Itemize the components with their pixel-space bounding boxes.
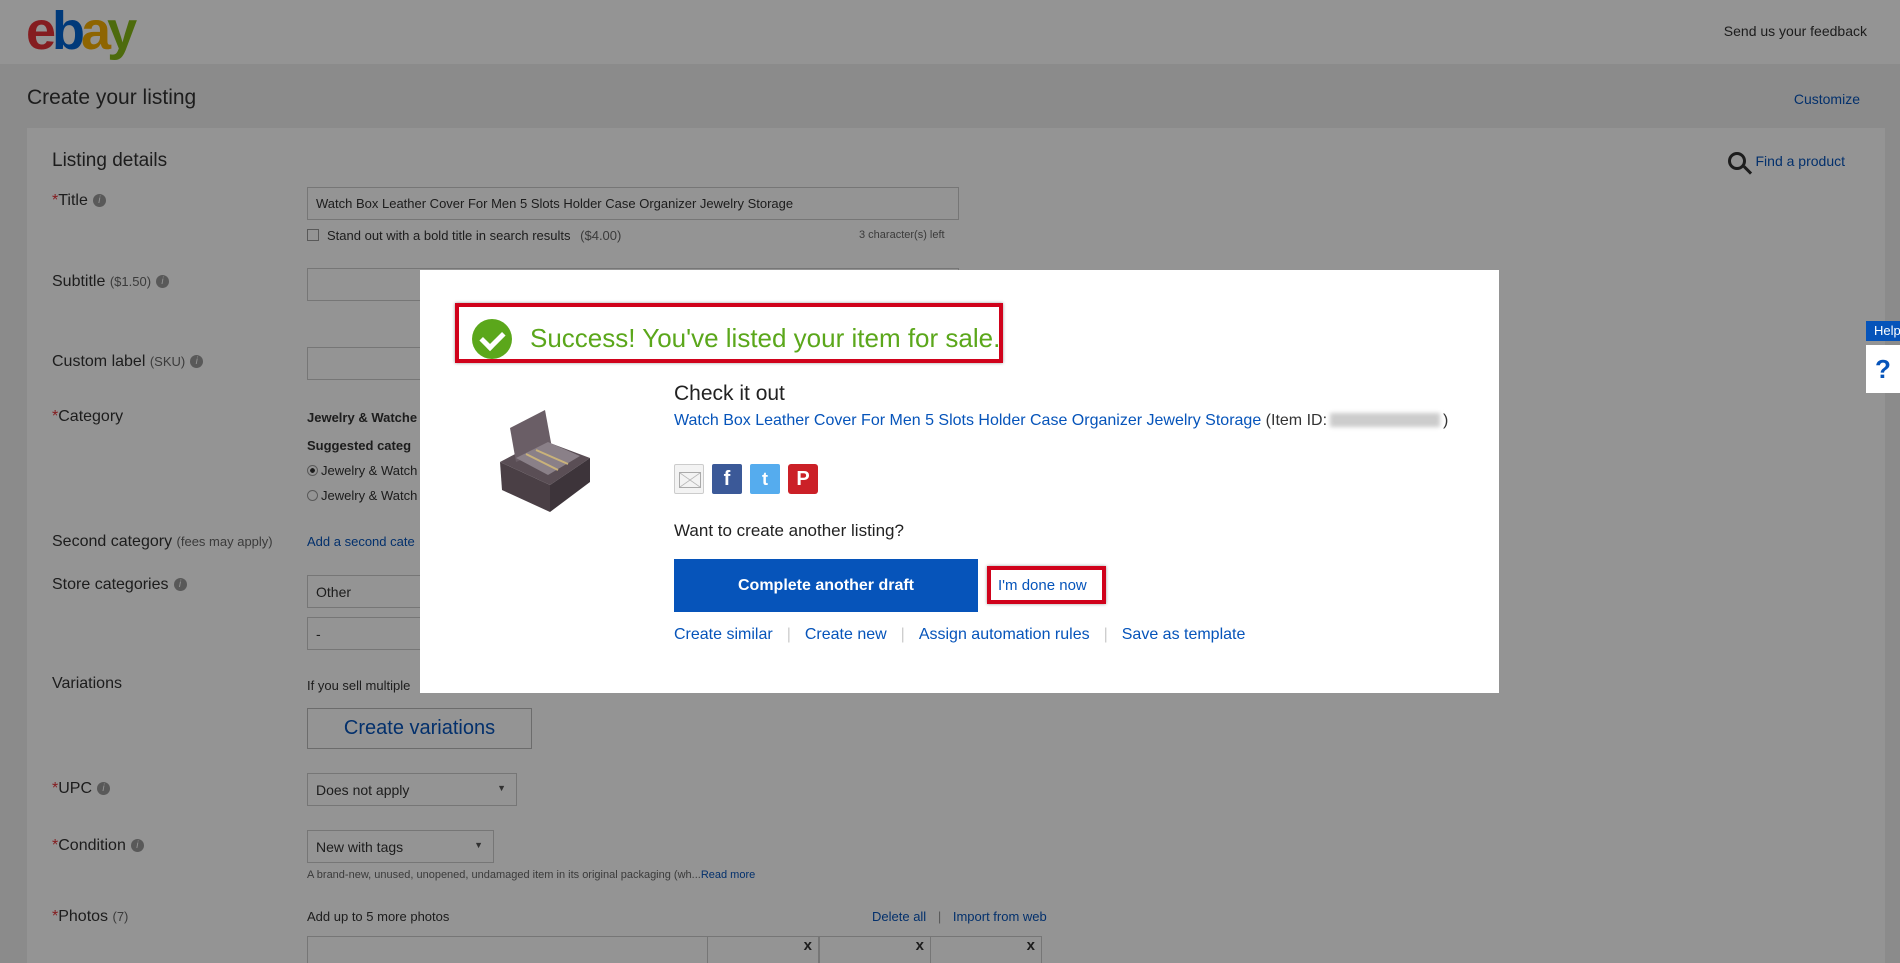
done-highlight: I'm done now: [987, 566, 1106, 604]
another-listing-prompt: Want to create another listing?: [674, 521, 904, 540]
item-info: Watch Box Leather Cover For Men 5 Slots …: [674, 412, 1449, 429]
create-new-link[interactable]: Create new: [805, 626, 887, 644]
save-as-template-link[interactable]: Save as template: [1122, 626, 1246, 644]
item-id-redacted: [1330, 413, 1441, 427]
product-thumbnail: [500, 410, 590, 512]
pinterest-icon[interactable]: P: [788, 464, 818, 494]
twitter-icon[interactable]: t: [750, 464, 780, 494]
action-links: Create similar | Create new | Assign aut…: [674, 626, 1246, 644]
checkmark-icon: [472, 319, 512, 359]
help-icon[interactable]: ?: [1866, 345, 1900, 393]
item-title-link[interactable]: Watch Box Leather Cover For Men 5 Slots …: [674, 412, 1261, 429]
im-done-now-link[interactable]: I'm done now: [998, 577, 1087, 594]
success-message: Success! You've listed your item for sal…: [530, 323, 1001, 353]
success-banner: Success! You've listed your item for sal…: [455, 303, 1003, 363]
check-it-out-heading: Check it out: [674, 382, 785, 405]
assign-automation-rules-link[interactable]: Assign automation rules: [919, 626, 1090, 644]
facebook-icon[interactable]: f: [712, 464, 742, 494]
complete-another-draft-button[interactable]: Complete another draft: [674, 559, 978, 612]
create-similar-link[interactable]: Create similar: [674, 626, 773, 644]
success-modal: Success! You've listed your item for sal…: [420, 270, 1499, 693]
help-tab[interactable]: Help: [1866, 321, 1900, 341]
email-share-icon[interactable]: [674, 464, 704, 494]
share-buttons: f t P: [674, 464, 818, 494]
